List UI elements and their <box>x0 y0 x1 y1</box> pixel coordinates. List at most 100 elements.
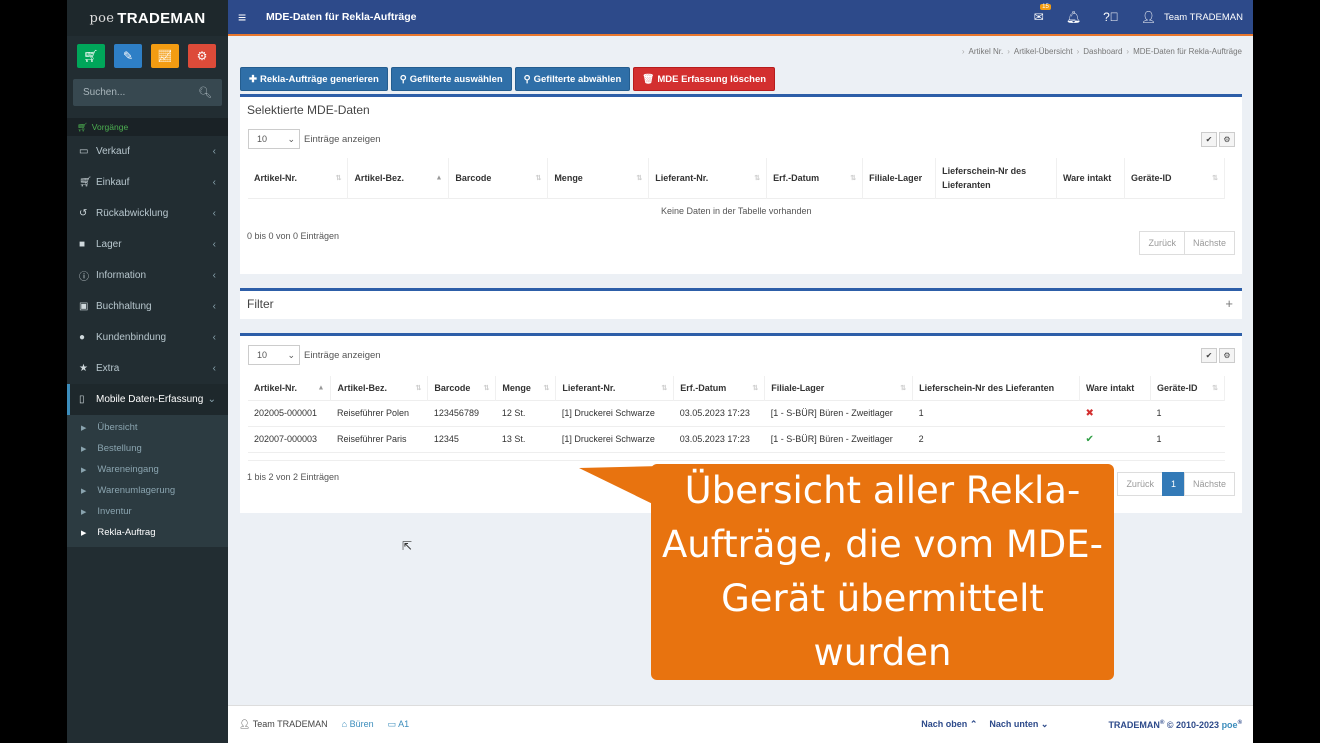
subnav-item-bestellung[interactable]: ▶ Bestellung <box>67 438 228 459</box>
breadcrumb-item[interactable]: Artikel-Übersicht <box>1014 47 1073 56</box>
column-header[interactable]: Lieferschein-Nr des Lieferanten <box>935 158 1058 198</box>
breadcrumb-item[interactable]: Dashboard <box>1083 47 1122 56</box>
footer-status: 👤︎ Team TRADEMAN ⌂ Büren ▭ A1 <box>239 719 409 730</box>
group-label-text: Vorgänge <box>91 122 129 132</box>
select-filtered-button[interactable]: ⚲ Gefilterte auswählen <box>390 67 512 91</box>
next-button[interactable]: Nächste <box>1183 231 1235 255</box>
sidebar-item-label: Verkauf <box>96 146 130 157</box>
chevron-left-icon: ‹ <box>212 177 216 188</box>
search-input[interactable] <box>83 87 183 98</box>
sidebar-item-rueckabwicklung[interactable]: ↺ Rückabwicklung ‹ <box>67 198 228 229</box>
expand-icon[interactable]: + <box>1225 296 1233 311</box>
next-button[interactable]: Nächste <box>1183 471 1235 496</box>
search-icon[interactable]: 🔍︎ <box>198 86 212 99</box>
column-header[interactable]: Artikel-Nr. ⇅ <box>248 158 349 198</box>
cell-artikel-nr: 202005-000001 <box>248 399 331 426</box>
main-pager: Zurück 1 Nächste <box>1117 471 1235 496</box>
cart-quick-button[interactable]: 🛒︎ <box>77 44 105 68</box>
chevron-left-icon: ‹ <box>212 208 216 219</box>
chevron-down-icon: ⌄ <box>207 394 216 405</box>
cell-lager: [1 - S-BÜR] Büren - Zweitlager <box>764 425 913 452</box>
settings-tool-button[interactable]: ⚙ <box>1219 347 1235 363</box>
cell-lager: [1 - S-BÜR] Büren - Zweitlager <box>764 399 913 426</box>
cart-icon: 🛒︎ <box>77 121 88 132</box>
edit-quick-button[interactable]: ✎ <box>114 44 142 68</box>
filter-header[interactable]: Filter + <box>240 291 1242 311</box>
table-row[interactable]: 202007-000003 Reiseführer Paris 12345 13… <box>248 425 1225 452</box>
main-page-length-select[interactable]: 10 ⌄ <box>248 345 300 365</box>
app-window: poe TRADEMAN 🛒︎ ✎ 📈︎ ⚙ 🔍︎ 🛒︎ Vorgänge ▭ V… <box>67 0 1253 743</box>
delete-mde-button[interactable]: 🗑︎ MDE Erfassung löschen <box>633 67 776 91</box>
column-header[interactable]: Erf.-Datum ⇅ <box>766 158 864 198</box>
subnav-item-rekla-auftrag[interactable]: ▶ Rekla-Auftrag <box>67 522 228 543</box>
copyright-poe-link[interactable]: poe <box>1222 720 1238 730</box>
column-header[interactable]: Ware intakt <box>1056 158 1125 198</box>
caret-right-icon: ▶ <box>81 487 87 495</box>
sidebar-item-buchhaltung[interactable]: ▣ Buchhaltung ‹ <box>67 291 228 322</box>
main-table-wrap: Artikel-Nr. ▲ Artikel-Bez. ⇅ Barcode ⇅ Meng… <box>240 376 1242 461</box>
column-header[interactable]: Barcode ⇅ <box>427 376 497 400</box>
column-header[interactable]: Erf.-Datum ⇅ <box>673 376 766 400</box>
sidebar-item-information[interactable]: ⓘ Information ‹ <box>67 260 228 291</box>
sidebar-item-kundenbindung[interactable]: ● Kundenbindung ‹ <box>67 322 228 353</box>
column-header[interactable]: Filiale-Lager ⇅ <box>764 376 914 400</box>
page-button[interactable]: 1 <box>1161 471 1185 496</box>
main-length-row: 10 ⌄ Einträge anzeigen ✔ ⚙ <box>240 345 1242 365</box>
bell-icon[interactable]: 🔔︎ <box>1066 10 1081 24</box>
column-header[interactable]: Geräte-ID ⇅ <box>1150 376 1226 400</box>
copyright-brand: TRADEMAN <box>1108 719 1160 730</box>
selected-length-row: 10 ⌄ Einträge anzeigen ✔ ⚙ <box>240 129 1242 149</box>
sidebar-item-extra[interactable]: ★ Extra ‹ <box>67 353 228 384</box>
footer-location[interactable]: ⌂ Büren <box>342 719 374 730</box>
footer-station[interactable]: ▭ A1 <box>388 719 410 730</box>
help-icon[interactable]: ?⃝ <box>1103 10 1119 24</box>
column-header[interactable]: Artikel-Bez. ▲ <box>347 158 450 198</box>
prev-button[interactable]: Zurück <box>1139 231 1185 255</box>
column-header[interactable]: Lieferant-Nr. ⇅ <box>555 376 675 400</box>
column-header[interactable]: Artikel-Bez. ⇅ <box>330 376 429 400</box>
subnav-item-wareneingang[interactable]: ▶ Wareneingang <box>67 459 228 480</box>
breadcrumb-item[interactable]: Artikel Nr. <box>969 47 1004 56</box>
logo[interactable]: poe TRADEMAN <box>67 0 228 36</box>
column-header[interactable]: Geräte-ID ⇅ <box>1124 158 1226 198</box>
chevron-left-icon: ‹ <box>212 363 216 374</box>
column-header[interactable]: Barcode ⇅ <box>448 158 549 198</box>
check-icon: ✔ <box>1205 134 1213 144</box>
hamburger-icon[interactable]: ≡ <box>238 9 256 25</box>
check-tool-button[interactable]: ✔ <box>1201 347 1217 363</box>
chart-quick-button[interactable]: 📈︎ <box>151 44 179 68</box>
selected-page-length-select[interactable]: 10 ⌄ <box>248 129 300 149</box>
subnav-item-inventur[interactable]: ▶ Inventur <box>67 501 228 522</box>
column-header[interactable]: Ware intakt <box>1079 376 1151 400</box>
sidebar-item-mobile-daten-erfassung[interactable]: ▯ Mobile Daten-Erfassung ⌄ <box>67 384 228 415</box>
subnav-item-warenumlagerung[interactable]: ▶ Warenumlagerung <box>67 480 228 501</box>
user-name[interactable]: Team TRADEMAN <box>1164 12 1243 23</box>
gears-icon: ⚙ <box>196 49 208 63</box>
deselect-filtered-button[interactable]: ⚲ Gefilterte abwählen <box>514 67 631 91</box>
subnav-item-uebersicht[interactable]: ▶ Übersicht <box>67 417 228 438</box>
sort-icon: ⇅ <box>535 174 542 182</box>
column-header[interactable]: Artikel-Nr. ▲ <box>248 376 332 400</box>
sidebar-item-verkauf[interactable]: ▭ Verkauf ‹ <box>67 136 228 167</box>
callout-annotation: Übersicht aller Rekla-Aufträge, die vom … <box>651 464 1114 680</box>
user-icon[interactable]: 👤︎ <box>1141 10 1156 24</box>
check-tool-button[interactable]: ✔ <box>1201 131 1217 147</box>
column-header[interactable]: Menge ⇅ <box>495 376 557 400</box>
settings-quick-button[interactable]: ⚙ <box>188 44 216 68</box>
pencil-icon: ✎ <box>122 49 134 63</box>
scroll-top-link[interactable]: Nach oben ⌃ <box>921 719 977 730</box>
sidebar-item-lager[interactable]: ■ Lager ‹ <box>67 229 228 260</box>
subnav-label: Wareneingang <box>97 464 159 475</box>
prev-button[interactable]: Zurück <box>1117 471 1163 496</box>
generate-rekla-button[interactable]: ✚ Rekla-Aufträge generieren <box>240 67 388 91</box>
scroll-bottom-link[interactable]: Nach unten ⌄ <box>989 719 1048 730</box>
settings-tool-button[interactable]: ⚙ <box>1219 131 1235 147</box>
column-header[interactable]: Lieferant-Nr. ⇅ <box>648 158 768 198</box>
mail-icon[interactable]: ✉ 15 <box>1034 4 1051 24</box>
column-header[interactable]: Filiale-Lager <box>862 158 937 198</box>
sidebar-item-einkauf[interactable]: 🛒︎ Einkauf ‹ <box>67 167 228 198</box>
column-header[interactable]: Lieferschein-Nr des Lieferanten <box>912 376 1081 400</box>
table-row[interactable]: 202005-000001 Reiseführer Polen 12345678… <box>248 399 1225 426</box>
column-header[interactable]: Menge ⇅ <box>547 158 650 198</box>
table-header-row: Artikel-Nr. ⇅ Artikel-Bez. ▲ Barcode ⇅ Meng… <box>248 158 1226 198</box>
